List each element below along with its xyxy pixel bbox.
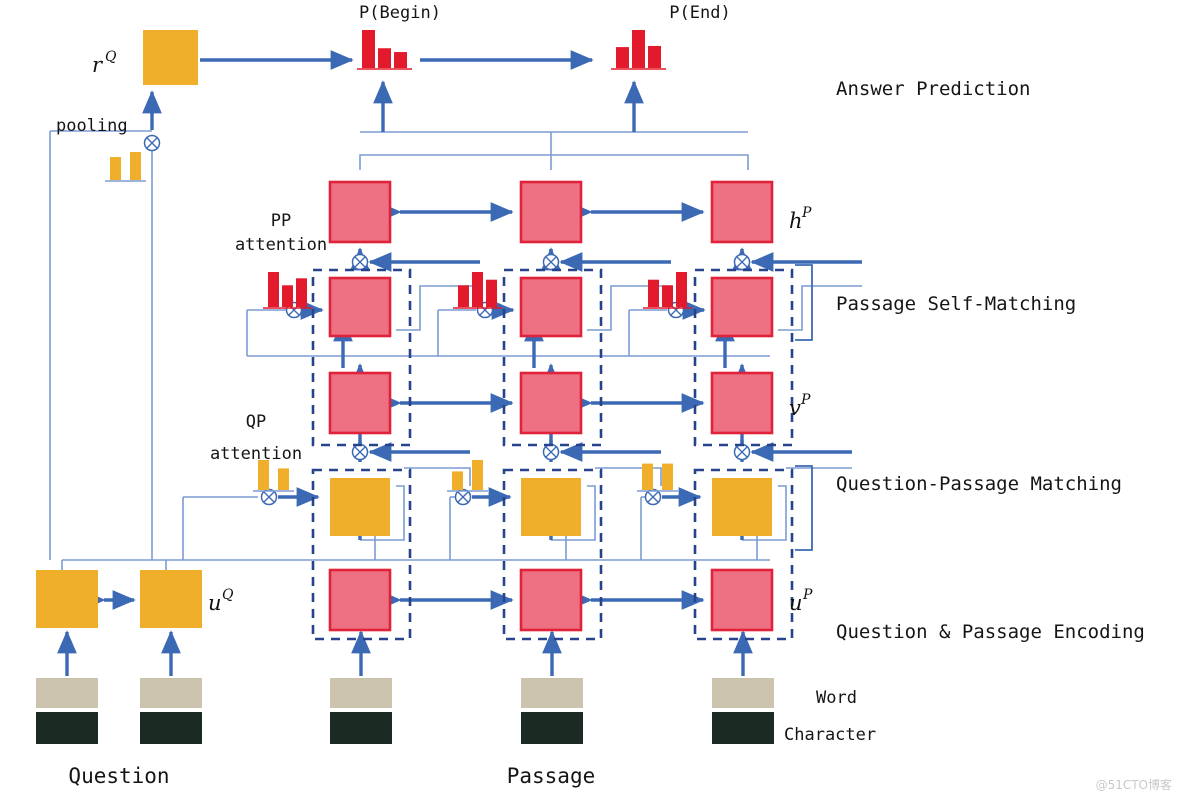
histogram-pooling-dist [105, 152, 146, 182]
cell-uq-2 [140, 570, 202, 628]
histogram-bar [662, 463, 673, 490]
word-label: Word [816, 688, 857, 708]
stage-label-answer-prediction: Answer Prediction [836, 78, 1030, 100]
cell-up-2 [519, 568, 583, 632]
passage-title: Passage [507, 764, 596, 788]
histogram-bar [258, 460, 269, 490]
question-title: Question [68, 764, 169, 788]
histogram-bar [110, 157, 121, 180]
multiply-icon-qprow-1 [351, 443, 369, 461]
stage-label-question-passage-matching: Question-Passage Matching [836, 473, 1122, 495]
svg-text:v: v [789, 396, 801, 420]
stage-label-question-passage-encoding: Question & Passage Encoding [836, 621, 1145, 643]
multiply-icon-qprow-2 [542, 443, 560, 461]
cell-up-3 [710, 568, 774, 632]
histogram-p-begin-dist [357, 30, 412, 70]
histogram-bar [452, 471, 463, 490]
stage-label-passage-self-matching: Passage Self-Matching [836, 293, 1076, 315]
svg-text:u: u [208, 591, 222, 615]
cell-selfmatch-1 [328, 276, 392, 338]
histogram-pp-attn-dist-2 [453, 272, 502, 309]
histogram-bar [648, 45, 661, 68]
cell-qp-2 [521, 478, 581, 536]
p-end-label: P(End) [669, 3, 730, 23]
histogram-bar [394, 52, 407, 68]
histogram-bar [362, 30, 375, 68]
pp-attention-label-2: attention [235, 235, 327, 255]
svg-text:r: r [92, 53, 104, 77]
cell-hp-3 [710, 180, 774, 244]
histogram-bar [472, 460, 483, 490]
histogram-qp-attn-dist-2 [447, 460, 488, 492]
histogram-bar [616, 47, 629, 68]
character-embedding-boxes [36, 712, 774, 744]
pooling-label: pooling [56, 116, 128, 136]
diagram-canvas: P(Begin) P(End) pooling PP attention QP … [0, 0, 1184, 802]
cell-uq-1 [36, 570, 98, 628]
histogram-bar [282, 285, 293, 307]
histogram-bar [268, 272, 279, 307]
histogram-bar [676, 272, 687, 307]
cell-rq [143, 30, 198, 85]
math-label-up: u P [789, 587, 813, 615]
diagram-text-labels: P(Begin) P(End) pooling PP attention QP … [56, 3, 1172, 792]
svg-text:P: P [800, 392, 811, 408]
histogram-bar [648, 279, 659, 307]
math-label-uq: u Q [208, 587, 234, 615]
histogram-qp-attn-dist-1 [253, 460, 294, 492]
p-begin-label: P(Begin) [359, 3, 441, 23]
cell-up-1 [328, 568, 392, 632]
math-label-vp: v P [789, 392, 811, 420]
histogram-bar [458, 285, 469, 307]
histogram-bar [278, 468, 289, 490]
qp-attention-label-1: QP [246, 412, 266, 432]
histogram-bar [642, 463, 653, 490]
cell-vp-2 [519, 371, 583, 435]
cell-selfmatch-3 [710, 276, 774, 338]
svg-text:Q: Q [222, 587, 234, 603]
cell-vp-1 [328, 371, 392, 435]
cell-qp-3 [712, 478, 772, 536]
cell-hp-1 [328, 180, 392, 244]
architecture-diagram: P(Begin) P(End) pooling PP attention QP … [36, 3, 1172, 792]
histogram-bar [472, 272, 483, 307]
histogram-bar [662, 285, 673, 307]
multiply-icon-pp-2 [542, 253, 560, 271]
histogram-bar [296, 278, 307, 307]
svg-text:P: P [801, 205, 812, 221]
histogram-bar [632, 30, 645, 68]
qp-attention-label-2: attention [210, 444, 302, 464]
cell-hp-2 [519, 180, 583, 244]
histogram-bar [378, 48, 391, 68]
svg-text:P: P [802, 587, 813, 603]
multiply-icon-pp-1 [351, 253, 369, 271]
histogram-p-end-dist [611, 30, 666, 70]
cell-vp-3 [710, 371, 774, 435]
watermark: @51CTO博客 [1096, 777, 1172, 792]
histogram-pp-attn-dist-1 [263, 272, 312, 309]
word-embedding-boxes [36, 678, 774, 708]
character-label: Character [784, 725, 876, 745]
svg-text:h: h [789, 209, 803, 233]
math-label-hp: h P [789, 205, 812, 233]
cell-qp-1 [330, 478, 390, 536]
histogram-bar [130, 152, 141, 180]
multiply-icon-qprow-3 [733, 443, 751, 461]
histogram-bar [486, 279, 497, 307]
pp-attention-label-1: PP [271, 211, 291, 231]
multiply-icon-pp-3 [733, 253, 751, 271]
math-label-rq: r Q [92, 49, 117, 77]
cell-selfmatch-2 [519, 276, 583, 338]
multiply-icon-pooling [143, 134, 161, 152]
svg-text:u: u [789, 591, 803, 615]
histogram-pp-attn-dist-3 [643, 272, 692, 309]
svg-text:Q: Q [105, 49, 117, 65]
